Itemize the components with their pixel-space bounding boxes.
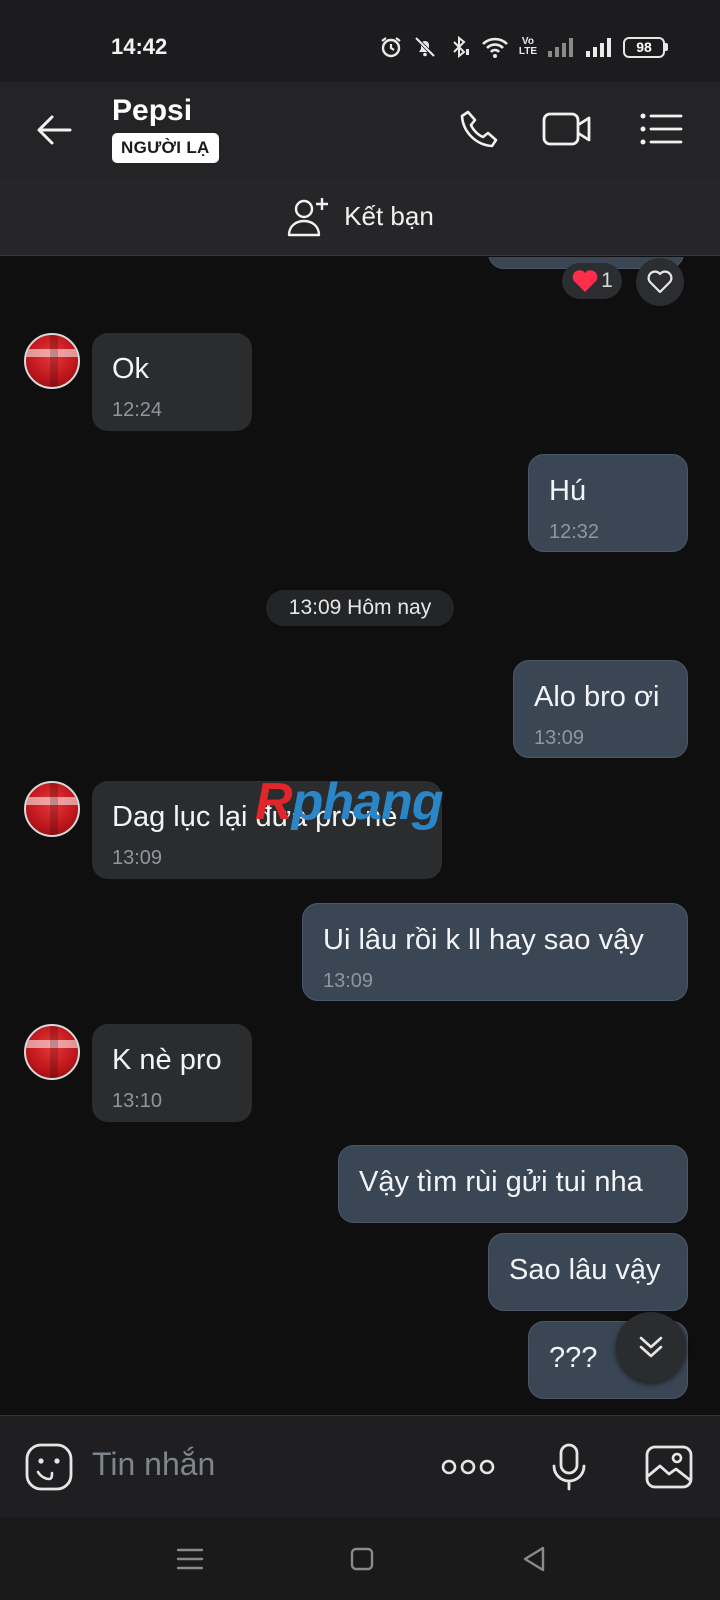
microphone-icon[interactable] bbox=[542, 1440, 596, 1494]
battery-level: 98 bbox=[623, 36, 665, 58]
bluetooth-icon bbox=[453, 35, 469, 59]
phone-icon[interactable] bbox=[452, 102, 506, 156]
message-composer: Tin nhắn bbox=[0, 1415, 720, 1517]
alarm-icon bbox=[381, 37, 401, 58]
nav-menu-icon[interactable] bbox=[170, 1539, 210, 1579]
chat-messages[interactable]: 1 Ok 12:24 Hú 12:32 13:09 Hôm nay Alo br… bbox=[0, 257, 720, 1415]
message-bubble-outgoing[interactable]: Ui lâu rồi k ll hay sao vậy 13:09 bbox=[302, 903, 688, 1001]
stranger-badge: NGƯỜI LẠ bbox=[112, 133, 219, 163]
status-bar: 14:42 Vo LTE 98 bbox=[0, 0, 720, 82]
status-icons: Vo LTE 98 bbox=[379, 34, 668, 60]
message-text: Ok bbox=[112, 353, 150, 385]
message-bubble-outgoing[interactable]: Hú 12:32 bbox=[528, 454, 688, 552]
add-friend-icon bbox=[287, 197, 329, 236]
message-bubble-outgoing[interactable]: Sao lâu vậy bbox=[488, 1233, 688, 1311]
system-navigation-bar bbox=[0, 1517, 720, 1600]
avatar[interactable] bbox=[24, 333, 80, 389]
message-bubble-incoming[interactable]: K nè pro 13:10 bbox=[92, 1024, 252, 1122]
message-time: 13:09 bbox=[534, 727, 585, 749]
avatar[interactable] bbox=[24, 781, 80, 837]
message-time: 13:10 bbox=[112, 1090, 163, 1112]
message-text: Alo bro ơi bbox=[534, 681, 660, 713]
add-friend-bar[interactable]: Kết bạn bbox=[0, 178, 720, 256]
battery-indicator: 98 bbox=[623, 36, 668, 58]
reaction-summary[interactable]: 1 bbox=[562, 263, 622, 299]
nav-back-icon[interactable] bbox=[514, 1539, 554, 1579]
message-time: 12:24 bbox=[112, 399, 163, 421]
message-text: Sao lâu vậy bbox=[509, 1254, 661, 1286]
video-call-icon[interactable] bbox=[540, 102, 594, 156]
message-time: 12:32 bbox=[549, 521, 600, 543]
status-time: 14:42 bbox=[111, 34, 168, 59]
signal-icon-sim1 bbox=[548, 38, 573, 57]
message-text: K nè pro bbox=[112, 1044, 222, 1076]
message-bubble-outgoing[interactable]: Vậy tìm rùi gửi tui nha bbox=[338, 1145, 688, 1223]
more-dots-icon[interactable] bbox=[441, 1440, 495, 1494]
message-bubble-outgoing[interactable]: Alo bro ơi 13:09 bbox=[513, 660, 688, 758]
contact-name[interactable]: Pepsi bbox=[112, 94, 192, 128]
image-icon[interactable] bbox=[642, 1440, 696, 1494]
back-arrow-icon[interactable] bbox=[34, 110, 74, 150]
avatar[interactable] bbox=[24, 1024, 80, 1080]
message-time: 13:09 bbox=[323, 970, 374, 992]
watermark-logo: Rphang bbox=[255, 773, 444, 831]
message-time: 13:09 bbox=[112, 847, 163, 869]
react-heart-button[interactable] bbox=[636, 258, 684, 306]
chat-header: Pepsi NGƯỜI LẠ bbox=[0, 82, 720, 178]
date-separator: 13:09 Hôm nay bbox=[266, 590, 454, 626]
heart-reaction-icon bbox=[572, 270, 598, 292]
wifi-icon bbox=[481, 37, 508, 58]
nav-home-icon[interactable] bbox=[342, 1539, 382, 1579]
message-text: Vậy tìm rùi gửi tui nha bbox=[359, 1166, 643, 1198]
add-friend-label: Kết bạn bbox=[344, 201, 434, 231]
chevron-double-down-icon bbox=[639, 1336, 663, 1358]
scroll-to-bottom-button[interactable] bbox=[616, 1312, 686, 1382]
volte-indicator: Vo LTE bbox=[518, 36, 537, 57]
heart-icon bbox=[647, 270, 673, 294]
emoji-icon[interactable] bbox=[22, 1440, 76, 1494]
reaction-count: 1 bbox=[601, 269, 613, 292]
message-text: Hú bbox=[549, 475, 587, 507]
message-text: Ui lâu rồi k ll hay sao vậy bbox=[323, 924, 644, 956]
message-text: ??? bbox=[549, 1342, 598, 1374]
message-input[interactable]: Tin nhắn bbox=[92, 1446, 215, 1483]
menu-list-icon[interactable] bbox=[634, 102, 688, 156]
signal-icon-sim2 bbox=[586, 38, 611, 57]
mute-bell-icon bbox=[414, 36, 436, 58]
message-bubble-incoming[interactable]: Ok 12:24 bbox=[92, 333, 252, 431]
